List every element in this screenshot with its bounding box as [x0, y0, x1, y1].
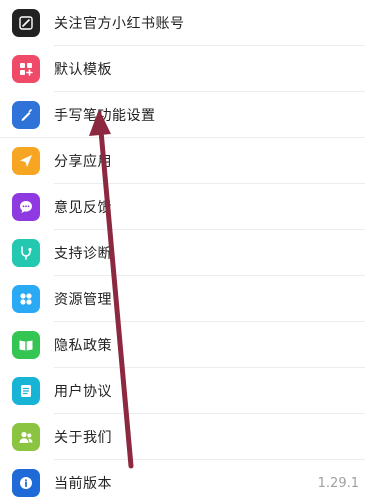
menu-item-label: 意见反馈: [54, 200, 112, 216]
chat-bubble-icon: [12, 193, 40, 221]
stethoscope-icon: [12, 239, 40, 267]
people-icon: [12, 423, 40, 451]
menu-item-label: 默认模板: [54, 62, 112, 78]
menu-item-label: 支持诊断: [54, 246, 112, 262]
menu-item-user-agreement[interactable]: 用户协议: [0, 368, 365, 414]
menu-item-privacy-policy[interactable]: 隐私政策: [0, 322, 365, 368]
menu-item-current-version[interactable]: 当前版本 1.29.1: [0, 460, 365, 497]
info-icon: [12, 469, 40, 497]
menu-item-label: 关注官方小红书账号: [54, 16, 185, 32]
menu-item-label: 资源管理: [54, 292, 112, 308]
menu-item-feedback[interactable]: 意见反馈: [0, 184, 365, 230]
document-icon: [12, 377, 40, 405]
menu-item-label: 隐私政策: [54, 338, 112, 354]
notebook-pen-icon: [12, 9, 40, 37]
menu-item-stylus-settings[interactable]: 手写笔功能设置: [0, 92, 365, 138]
stylus-icon: [12, 101, 40, 129]
menu-item-share-app[interactable]: 分享应用: [0, 138, 365, 184]
paper-plane-icon: [12, 147, 40, 175]
menu-item-label: 手写笔功能设置: [54, 108, 156, 124]
template-grid-icon: [12, 55, 40, 83]
menu-item-default-template[interactable]: 默认模板: [0, 46, 365, 92]
menu-item-about-us[interactable]: 关于我们: [0, 414, 365, 460]
version-number: 1.29.1: [317, 475, 359, 491]
menu-item-resource-management[interactable]: 资源管理: [0, 276, 365, 322]
menu-item-label: 关于我们: [54, 430, 112, 446]
menu-item-follow-xiaohongshu[interactable]: 关注官方小红书账号: [0, 0, 365, 46]
menu-item-label: 用户协议: [54, 384, 112, 400]
open-book-icon: [12, 331, 40, 359]
four-circles-icon: [12, 285, 40, 313]
menu-item-label: 当前版本: [54, 476, 112, 492]
menu-item-support-diagnosis[interactable]: 支持诊断: [0, 230, 365, 276]
settings-page: 关注官方小红书账号 默认模板 手写笔功能设置 分享应用 意见反馈 支持诊断 资源…: [0, 0, 365, 497]
menu-item-label: 分享应用: [54, 154, 112, 170]
